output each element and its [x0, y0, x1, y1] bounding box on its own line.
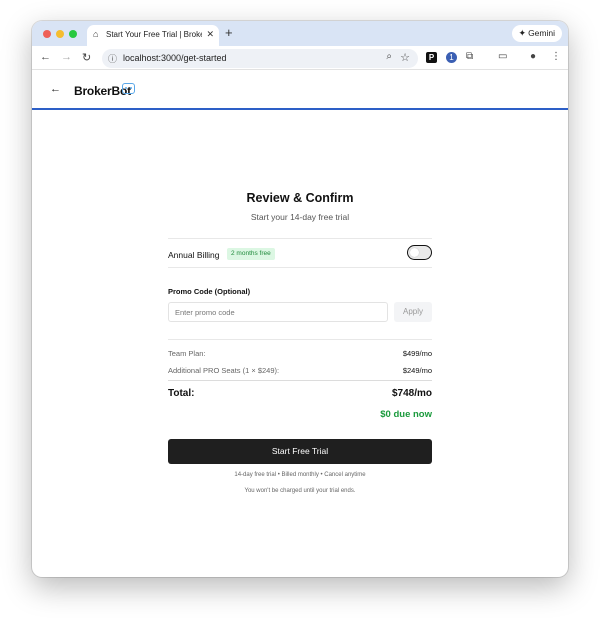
line-item-label: Team Plan: [168, 349, 206, 358]
savings-badge: 2 months free [227, 248, 275, 260]
profile-icon[interactable]: ● [530, 51, 536, 62]
address-bar[interactable]: ⓘ localhost:3000/get-started ⌕ ☆ [102, 49, 418, 68]
zoom-icon[interactable]: ⌕ [386, 51, 392, 62]
zoom-window-button[interactable] [69, 30, 77, 38]
trial-terms-text: 14-day free trial • Billed monthly • Can… [234, 472, 366, 478]
line-item-value: $499/mo [402, 349, 432, 358]
gemini-label: Gemini [528, 28, 555, 38]
annual-billing-label: Annual Billing [168, 250, 220, 260]
browser-toolbar: ← → ↻ ⓘ localhost:3000/get-started ⌕ ☆ P… [32, 46, 568, 70]
extensions-puzzle-icon[interactable]: ⧉ [466, 51, 473, 62]
line-item-label: Additional PRO Seats (1 × $249): [168, 366, 280, 375]
divider [168, 238, 432, 239]
browser-window: ⌂ Start Your Free Trial | BrokerBot ✕ + … [32, 21, 568, 577]
divider [168, 380, 432, 381]
tab-close-icon[interactable]: ✕ [206, 29, 214, 40]
app-header: ← BrokerBot [32, 71, 568, 109]
toggle-knob [410, 247, 419, 257]
header-accent-line [32, 108, 568, 110]
extension-1password-icon[interactable]: 1 [446, 52, 457, 63]
back-icon[interactable]: ← [40, 51, 51, 63]
due-now-amount: $0 due now [380, 409, 432, 420]
tab-active[interactable]: ⌂ Start Your Free Trial | BrokerBot ✕ [87, 25, 219, 46]
site-info-icon[interactable]: ⓘ [108, 52, 117, 65]
house-icon: ⌂ [93, 29, 99, 39]
divider [168, 339, 432, 340]
apply-promo-button[interactable]: Apply [394, 302, 432, 322]
reading-list-icon[interactable]: ▭ [498, 51, 507, 62]
page-subtitle: Start your 14-day free trial [250, 212, 350, 222]
robot-icon [122, 83, 135, 94]
reload-icon[interactable]: ↻ [82, 51, 91, 64]
url-text[interactable]: localhost:3000/get-started [123, 53, 227, 63]
line-item-value: $249/mo [402, 366, 432, 375]
total-label: Total: [168, 388, 195, 399]
new-tab-button[interactable]: + [225, 25, 233, 40]
extension-p-icon[interactable]: P [426, 52, 437, 63]
forward-icon[interactable]: → [61, 51, 72, 63]
total-value: $748/mo [391, 388, 432, 399]
menu-kebab-icon[interactable]: ⋮ [551, 51, 561, 62]
bookmark-star-icon[interactable]: ☆ [400, 51, 410, 64]
promo-code-input[interactable] [168, 302, 388, 322]
close-window-button[interactable] [43, 30, 51, 38]
tab-title: Start Your Free Trial | BrokerBot [106, 30, 202, 39]
gemini-button[interactable]: ✦ Gemini [511, 25, 562, 42]
charge-notice-text: You won't be charged until your trial en… [244, 488, 356, 494]
minimize-window-button[interactable] [56, 30, 64, 38]
tab-bar: ⌂ Start Your Free Trial | BrokerBot ✕ + … [32, 21, 568, 46]
back-arrow-icon[interactable]: ← [50, 83, 61, 95]
page-title: Review & Confirm [246, 191, 354, 205]
annual-billing-toggle[interactable] [407, 245, 432, 260]
start-free-trial-button[interactable]: Start Free Trial [168, 439, 432, 464]
promo-code-label: Promo Code (Optional) [168, 287, 251, 296]
sparkle-icon: ✦ [518, 28, 527, 38]
divider [168, 267, 432, 268]
